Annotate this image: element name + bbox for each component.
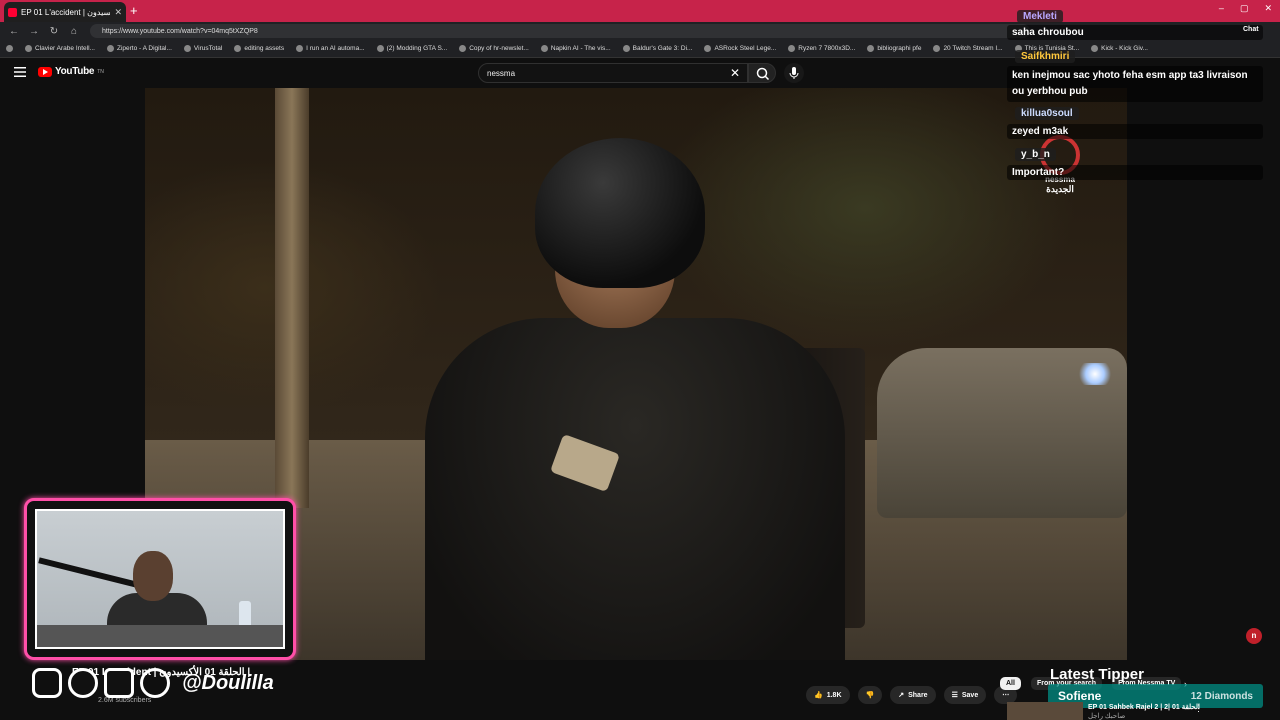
bookmark-item[interactable]: (2) Modding GTA S... [376,45,447,52]
thumbs-down-icon: 👎 [865,692,875,699]
clear-search-icon[interactable]: ✕ [730,66,740,80]
folder-icon [867,45,875,52]
recommended-video-subtitle: صاحبك راجل [1088,713,1126,720]
channel-corner-badge-icon: n [1246,628,1262,644]
youtube-favicon-icon [8,7,17,17]
bookmarks-apps-icon[interactable] [6,45,13,52]
bookmark-icon [376,45,384,52]
url-field[interactable]: https://www.youtube.com/watch?v=04mq5tXZ… [90,24,1030,38]
bookmark-icon [459,45,467,52]
tiktok-icon [68,668,98,698]
chip-all[interactable]: All [1000,677,1021,690]
chat-username: killua0soul [1015,107,1079,120]
chat-message: ken inejmou sac yhoto feha esm app ta3 l… [1007,66,1263,102]
bookmark-icon [540,45,548,52]
bookmark-icon [25,45,32,52]
bookmark-item[interactable]: bibliographi pfe [867,45,921,52]
delivery-rider [425,128,845,660]
bookmark-icon [1091,45,1099,52]
recommended-video-thumbnail[interactable] [1007,702,1083,720]
kick-icon [140,668,170,698]
minimize-button[interactable]: – [1219,3,1224,14]
bookmark-item[interactable]: Ryzen 7 7800x3D... [788,45,855,52]
chat-message: zeyed m3ak [1007,124,1263,139]
dislike-button[interactable]: 👎 [857,686,883,704]
bookmark-item[interactable]: I run an AI automa... [296,45,365,52]
subscriber-count: 2.6M subscribers [98,697,152,704]
streamer-face [133,551,173,601]
browser-tab[interactable]: EP 01 L'accident | الحلقة 01 الأكسيدون ✕ [4,2,126,22]
recommended-video-title[interactable]: EP 01 Sahbek Rajel 2 | 2| 01 الحلقة [1088,703,1200,711]
bookmark-item[interactable]: VirusTotal [183,45,222,52]
bookmark-item[interactable]: Napkin AI - The vis... [540,45,611,52]
bookmark-item[interactable]: Copy of hr-newslet... [459,45,529,52]
share-icon: ↗ [898,692,905,699]
home-icon[interactable]: ⌂ [68,26,80,37]
save-button[interactable]: ☰ Save [943,686,987,704]
bookmarks-bar: Clavier Arabe Intell... Ziperto - A Digi… [0,40,1280,58]
instagram-icon [32,668,62,698]
chat-username: Mekleti [1017,10,1063,23]
streamer-webcam [24,498,296,660]
microphone-icon [789,67,799,79]
bookmark-icon [933,45,941,52]
bookmark-icon [183,45,191,52]
search-icon [756,67,770,81]
search-button[interactable] [748,63,776,83]
voice-search-button[interactable] [784,63,804,83]
hamburger-menu-icon[interactable] [14,66,26,78]
bookmark-item[interactable]: ASRock Steel Lege... [704,45,776,52]
bookmark-item[interactable]: editing assets [234,45,284,52]
thumbs-up-icon: 👍 [814,692,823,699]
forward-icon[interactable]: → [28,26,40,37]
like-button[interactable]: 👍 1.8K [806,686,850,704]
youtube-icon [104,668,134,698]
recommended-more-icon[interactable]: ⋮ [1194,703,1203,714]
bookmark-item[interactable]: Ziperto - A Digital... [106,45,172,52]
bookmark-item[interactable]: 20 Twitch Stream I... [933,45,1003,52]
latest-tipper-title: Latest Tipper [1050,666,1144,683]
tab-title: EP 01 L'accident | الحلقة 01 الأكسيدون [21,7,111,17]
youtube-logo[interactable]: YouTube TN [38,66,104,77]
close-tab-icon[interactable]: ✕ [114,7,122,18]
video-actions: 👍 1.8K 👎 ↗ Share ☰ Save ⋯ [806,686,1018,704]
youtube-play-icon [38,66,52,77]
chat-message: saha chroubou [1007,25,1263,40]
window-controls: – ▢ ✕ [1219,3,1272,14]
social-handle: @Doulilla [182,671,274,694]
bookmark-icon [704,45,712,52]
bookmark-item[interactable]: Baldur's Gate 3: Di... [622,45,692,52]
bookmark-icon [622,45,630,52]
social-handle-overlay: @Doulilla [32,668,274,698]
chat-message: Important? [1007,165,1263,180]
share-button[interactable]: ↗ Share [890,686,936,704]
close-window-button[interactable]: ✕ [1264,3,1272,14]
chat-username: y_b_n [1015,148,1056,161]
browser-tab-strip [0,0,1280,22]
chat-username: Saifkhmiri [1015,50,1076,63]
save-icon: ☰ [951,692,958,699]
bookmark-icon [106,45,114,52]
folder-icon [234,45,242,52]
new-tab-button[interactable]: + [130,3,138,18]
bookmark-item[interactable]: Kick - Kick Giv... [1091,45,1148,52]
reload-icon[interactable]: ↻ [48,26,60,37]
bookmark-icon [296,45,304,52]
maximize-button[interactable]: ▢ [1240,3,1249,14]
latest-tipper-amount: 12 Diamonds [1190,690,1253,702]
back-icon[interactable]: ← [8,26,20,37]
chat-label: Chat [1243,26,1259,33]
bookmark-item[interactable]: Clavier Arabe Intell... [25,45,95,52]
bookmark-icon [788,45,796,52]
latest-tipper-name: Sofiene [1058,689,1102,703]
search-input[interactable]: nessma [478,63,748,83]
